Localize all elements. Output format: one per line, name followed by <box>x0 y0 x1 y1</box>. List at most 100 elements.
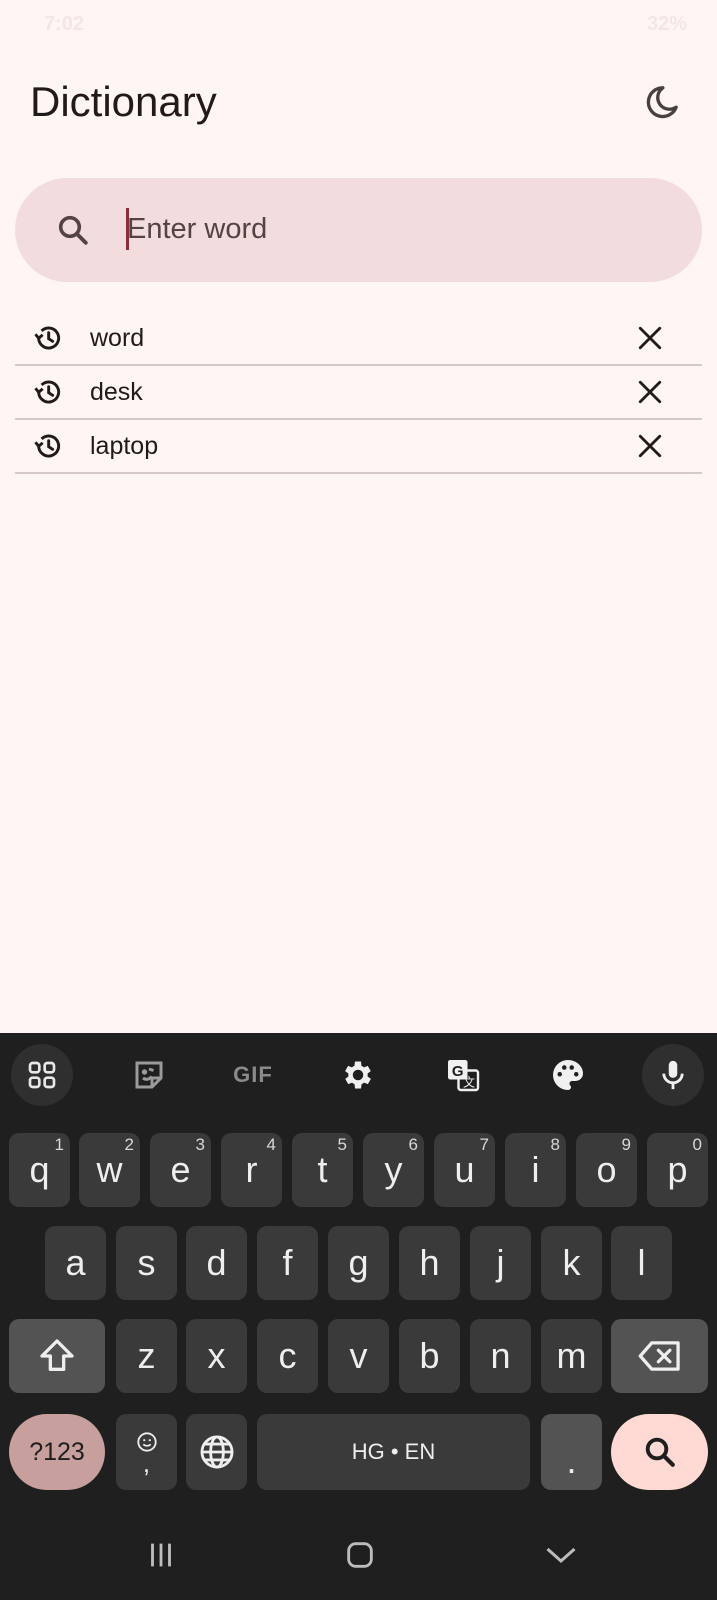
search-history-list: word desk laptop <box>15 312 702 474</box>
key-w[interactable]: w2 <box>79 1133 140 1207</box>
key-r[interactable]: r4 <box>221 1133 282 1207</box>
key-label: q <box>29 1149 50 1190</box>
key-a[interactable]: a <box>45 1226 106 1300</box>
key-m[interactable]: m <box>541 1319 602 1393</box>
key-i[interactable]: i8 <box>505 1133 566 1207</box>
home-button[interactable] <box>335 1530 385 1580</box>
key-h[interactable]: h <box>399 1226 460 1300</box>
key-d[interactable]: d <box>186 1226 247 1300</box>
key-label: , <box>142 1448 151 1478</box>
key-label: c <box>278 1335 297 1376</box>
search-icon <box>58 215 88 245</box>
key-p[interactable]: p0 <box>647 1133 708 1207</box>
key-x[interactable]: x <box>186 1319 247 1393</box>
key-c[interactable]: c <box>257 1319 318 1393</box>
backspace-key[interactable] <box>611 1319 708 1393</box>
key-label: b <box>419 1335 440 1376</box>
key-label: x <box>207 1335 226 1376</box>
keyboard-settings-button[interactable] <box>327 1044 389 1106</box>
period-key[interactable]: . <box>541 1414 602 1490</box>
system-navigation-bar <box>0 1510 717 1600</box>
key-label: i <box>531 1149 540 1190</box>
key-hint: 6 <box>408 1135 418 1154</box>
key-label: j <box>496 1242 505 1283</box>
key-label: y <box>384 1149 403 1190</box>
language-key[interactable] <box>186 1414 247 1490</box>
key-label: m <box>556 1335 587 1376</box>
grid-icon <box>28 1061 56 1089</box>
key-n[interactable]: n <box>470 1319 531 1393</box>
key-j[interactable]: j <box>470 1226 531 1300</box>
key-t[interactable]: t5 <box>292 1133 353 1207</box>
key-hint: 1 <box>54 1135 64 1154</box>
key-hint: 9 <box>621 1135 631 1154</box>
key-label: w <box>96 1149 123 1190</box>
palette-icon <box>553 1060 583 1090</box>
key-label: t <box>317 1149 328 1190</box>
translate-icon: G 文 <box>448 1060 480 1092</box>
close-icon <box>638 380 662 404</box>
theme-palette-button[interactable] <box>537 1044 599 1106</box>
key-label: HG • EN <box>351 1439 436 1464</box>
voice-input-button[interactable] <box>642 1044 704 1106</box>
history-item[interactable]: word <box>15 312 702 366</box>
space-key[interactable]: HG • EN <box>257 1414 530 1490</box>
history-item-label: desk <box>90 377 143 406</box>
globe-icon <box>200 1435 233 1469</box>
search-action-key[interactable] <box>611 1414 708 1490</box>
remove-history-button[interactable] <box>635 377 665 407</box>
search-bar[interactable] <box>15 178 702 282</box>
key-k[interactable]: k <box>541 1226 602 1300</box>
home-icon <box>347 1542 373 1568</box>
history-item[interactable]: desk <box>15 366 702 420</box>
close-icon <box>638 326 662 350</box>
hide-keyboard-button[interactable] <box>536 1530 586 1580</box>
search-input[interactable] <box>127 206 667 252</box>
key-label: f <box>282 1242 293 1283</box>
remove-history-button[interactable] <box>635 323 665 353</box>
svg-text:G: G <box>452 1063 464 1080</box>
history-item-label: word <box>90 323 145 352</box>
key-f[interactable]: f <box>257 1226 318 1300</box>
key-label: ?123 <box>29 1437 85 1466</box>
key-v[interactable]: v <box>328 1319 389 1393</box>
key-o[interactable]: o9 <box>576 1133 637 1207</box>
key-e[interactable]: e3 <box>150 1133 211 1207</box>
backspace-icon <box>638 1341 680 1371</box>
history-icon <box>34 326 61 350</box>
key-g[interactable]: g <box>328 1226 389 1300</box>
key-label: z <box>137 1335 156 1376</box>
key-label: r <box>245 1149 258 1190</box>
key-q[interactable]: q1 <box>9 1133 70 1207</box>
search-icon <box>645 1437 675 1467</box>
key-z[interactable]: z <box>116 1319 177 1393</box>
key-u[interactable]: u7 <box>434 1133 495 1207</box>
key-l[interactable]: l <box>611 1226 672 1300</box>
key-label: v <box>349 1335 368 1376</box>
key-b[interactable]: b <box>399 1319 460 1393</box>
key-label: e <box>170 1149 191 1190</box>
moon-icon <box>646 86 678 119</box>
key-hint: 5 <box>337 1135 347 1154</box>
svg-text:文: 文 <box>463 1074 475 1089</box>
shift-key[interactable] <box>9 1319 105 1393</box>
symbols-key[interactable]: ?123 <box>9 1414 105 1490</box>
history-item-label: laptop <box>90 431 159 460</box>
key-hint: 8 <box>550 1135 560 1154</box>
remove-history-button[interactable] <box>635 431 665 461</box>
key-label: p <box>667 1149 688 1190</box>
key-hint: 3 <box>195 1135 205 1154</box>
recent-apps-button[interactable] <box>136 1530 186 1580</box>
history-icon <box>34 434 61 458</box>
key-label: u <box>454 1149 475 1190</box>
gif-button[interactable]: GIF <box>222 1044 284 1106</box>
key-s[interactable]: s <box>116 1226 177 1300</box>
key-label: k <box>562 1242 581 1283</box>
translate-button[interactable]: G 文 <box>432 1044 494 1106</box>
keyboard-apps-button[interactable] <box>11 1044 73 1106</box>
history-item[interactable]: laptop <box>15 420 702 474</box>
sticker-button[interactable] <box>118 1044 180 1106</box>
dark-mode-toggle-button[interactable] <box>640 80 684 124</box>
key-y[interactable]: y6 <box>363 1133 424 1207</box>
emoji-comma-key[interactable]: , <box>116 1414 177 1490</box>
